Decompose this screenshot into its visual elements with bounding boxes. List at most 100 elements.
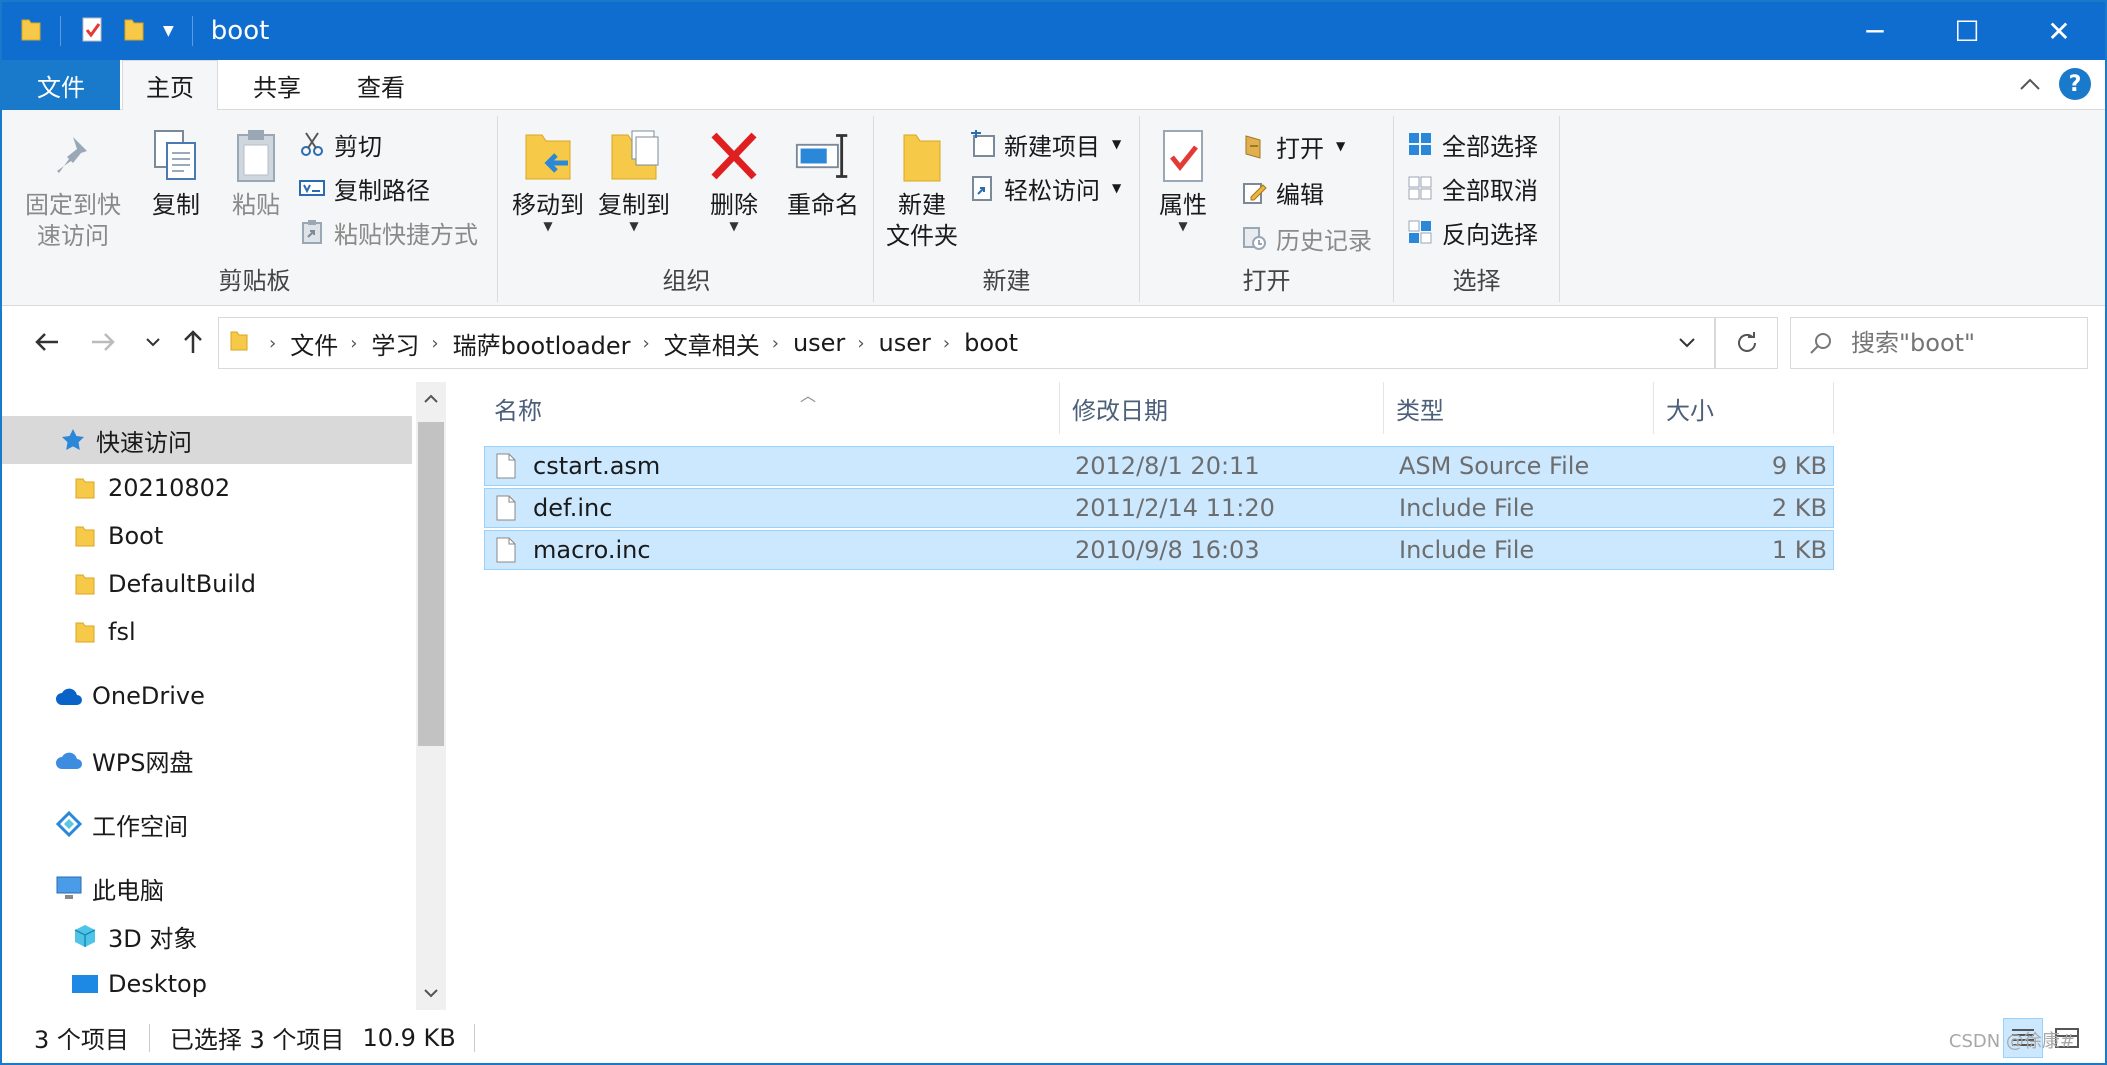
tab-share[interactable]: 共享 [232, 60, 322, 110]
customize-qat-icon[interactable]: ▼ [163, 23, 174, 39]
collapse-ribbon-icon[interactable] [2017, 72, 2043, 98]
delete-button[interactable]: 删除 ▼ [696, 126, 772, 232]
invert-selection-icon [1406, 218, 1434, 246]
breadcrumb-item[interactable]: 瑞萨bootloader [453, 326, 631, 361]
chevron-right-icon[interactable]: › [431, 333, 438, 354]
file-size: 2 KB [1771, 494, 1827, 522]
forward-button[interactable] [86, 325, 120, 359]
maximize-button[interactable]: ☐ [1921, 2, 2013, 60]
properties-button[interactable]: 属性 ▼ [1146, 126, 1220, 232]
nav-folder-defaultbuild[interactable]: DefaultBuild [2, 560, 412, 608]
tab-file[interactable]: 文件 [2, 60, 120, 110]
minimize-button[interactable]: ─ [1829, 2, 1921, 60]
folder-icon [70, 617, 100, 647]
history-button[interactable]: 历史记录 [1240, 220, 1372, 256]
column-type[interactable]: 类型 [1384, 382, 1654, 434]
move-to-button[interactable]: 移动到 ▼ [506, 126, 590, 232]
chevron-right-icon[interactable]: › [772, 333, 779, 354]
nav-workspace[interactable]: 工作空间 [2, 800, 412, 848]
nav-folder-20210802[interactable]: 20210802 [2, 464, 412, 512]
close-button[interactable]: ✕ [2013, 2, 2105, 60]
copy-button[interactable]: 复制 [136, 126, 216, 221]
nav-pane-scrollbar[interactable] [416, 382, 446, 1010]
scroll-up-icon[interactable] [416, 382, 446, 416]
chevron-right-icon[interactable]: › [350, 333, 357, 354]
copy-to-label: 复制到 [598, 191, 670, 219]
copy-to-button[interactable]: 复制到 ▼ [592, 126, 676, 232]
breadcrumb-item[interactable]: user [793, 329, 845, 357]
address-history-button[interactable] [1659, 318, 1715, 368]
pin-label-2: 速访问 [37, 222, 109, 250]
breadcrumb-item[interactable]: 文件 [290, 326, 338, 361]
file-size: 1 KB [1771, 536, 1827, 564]
address-bar[interactable]: › 文件 › 学习 › 瑞萨bootloader › 文章相关 › user ›… [218, 317, 1716, 369]
sort-ascending-icon: ︿ [800, 386, 817, 405]
select-none-button[interactable]: 全部取消 [1406, 170, 1538, 206]
recent-locations-button[interactable] [136, 325, 170, 359]
nav-label: Boot [108, 522, 164, 550]
nav-desktop[interactable]: Desktop [2, 960, 412, 1008]
chevron-right-icon[interactable]: › [643, 333, 650, 354]
invert-selection-button[interactable]: 反向选择 [1406, 214, 1538, 250]
new-folder-icon[interactable] [123, 16, 145, 46]
breadcrumb-item[interactable]: 学习 [371, 326, 419, 361]
scroll-down-icon[interactable] [416, 976, 446, 1010]
search-icon [1791, 331, 1851, 355]
tab-view[interactable]: 查看 [336, 60, 426, 110]
window-title: boot [210, 16, 270, 46]
file-row[interactable]: cstart.asm 2012/8/1 20:11 ASM Source Fil… [484, 446, 1834, 486]
file-row[interactable]: macro.inc 2010/9/8 16:03 Include File 1 … [484, 530, 1834, 570]
up-button[interactable] [176, 325, 210, 359]
nav-quick-access[interactable]: 快速访问 [2, 416, 412, 464]
chevron-right-icon[interactable]: › [857, 333, 864, 354]
chevron-right-icon[interactable]: › [943, 333, 950, 354]
nav-folder-boot[interactable]: Boot [2, 512, 412, 560]
column-size[interactable]: 大小 [1654, 382, 1834, 434]
pin-label-1: 固定到快 [25, 191, 121, 219]
invert-selection-label: 反向选择 [1442, 220, 1538, 249]
nav-this-pc[interactable]: 此电脑 [2, 864, 412, 912]
help-button[interactable]: ? [2059, 68, 2091, 100]
chevron-right-icon[interactable]: › [269, 333, 276, 354]
file-name: cstart.asm [533, 452, 661, 480]
scrollbar-thumb[interactable] [418, 422, 444, 746]
pin-quick-access-button[interactable]: 固定到快 速访问 [18, 126, 128, 252]
cut-button[interactable]: 剪切 [298, 126, 382, 162]
column-date[interactable]: 修改日期 [1060, 382, 1384, 434]
column-name[interactable]: 名称 [482, 382, 1060, 434]
new-group-label: 新建 [982, 267, 1031, 295]
easy-access-button[interactable]: 轻松访问 ▼ [968, 170, 1121, 206]
quick-access-toolbar: ▼ [2, 2, 193, 60]
copy-path-button[interactable]: 复制路径 [298, 170, 430, 206]
star-icon [58, 425, 88, 455]
properties-icon[interactable] [79, 15, 105, 47]
search-box[interactable] [1790, 317, 2088, 369]
folder-icon [70, 569, 100, 599]
back-button[interactable] [30, 325, 64, 359]
file-name: macro.inc [533, 536, 651, 564]
new-item-button[interactable]: 新建项目 ▼ [968, 126, 1121, 162]
watermark-text: CSDN @徐康# [1948, 1031, 2075, 1052]
edit-button[interactable]: 编辑 [1240, 174, 1324, 210]
refresh-button[interactable] [1716, 317, 1778, 369]
nav-wps-drive[interactable]: WPS网盘 [2, 736, 412, 784]
nav-folder-fsl[interactable]: fsl [2, 608, 412, 656]
file-row[interactable]: def.inc 2011/2/14 11:20 Include File 2 K… [484, 488, 1834, 528]
nav-3d-objects[interactable]: 3D 对象 [2, 912, 412, 960]
search-input[interactable] [1851, 329, 2071, 357]
breadcrumb-item[interactable]: user [879, 329, 931, 357]
status-divider [148, 1023, 150, 1052]
rename-button[interactable]: 重命名 [778, 126, 868, 221]
selected-size: 10.9 KB [362, 1023, 456, 1052]
nav-onedrive[interactable]: OneDrive [2, 672, 412, 720]
status-bar: 3 个项目 已选择 3 个项目 10.9 KB CSDN @徐康# [2, 1010, 2105, 1063]
breadcrumb-item[interactable]: 文章相关 [664, 326, 760, 361]
paste-button[interactable]: 粘贴 [216, 126, 296, 221]
tab-home[interactable]: 主页 [122, 60, 218, 111]
breadcrumb-item[interactable]: boot [964, 329, 1018, 357]
paste-shortcut-button[interactable]: 粘贴快捷方式 [298, 214, 478, 250]
select-all-button[interactable]: 全部选择 [1406, 126, 1538, 162]
open-group-label: 打开 [1242, 267, 1291, 295]
new-folder-button[interactable]: 新建 文件夹 [880, 126, 964, 252]
open-button[interactable]: 打开 ▼ [1240, 128, 1345, 164]
